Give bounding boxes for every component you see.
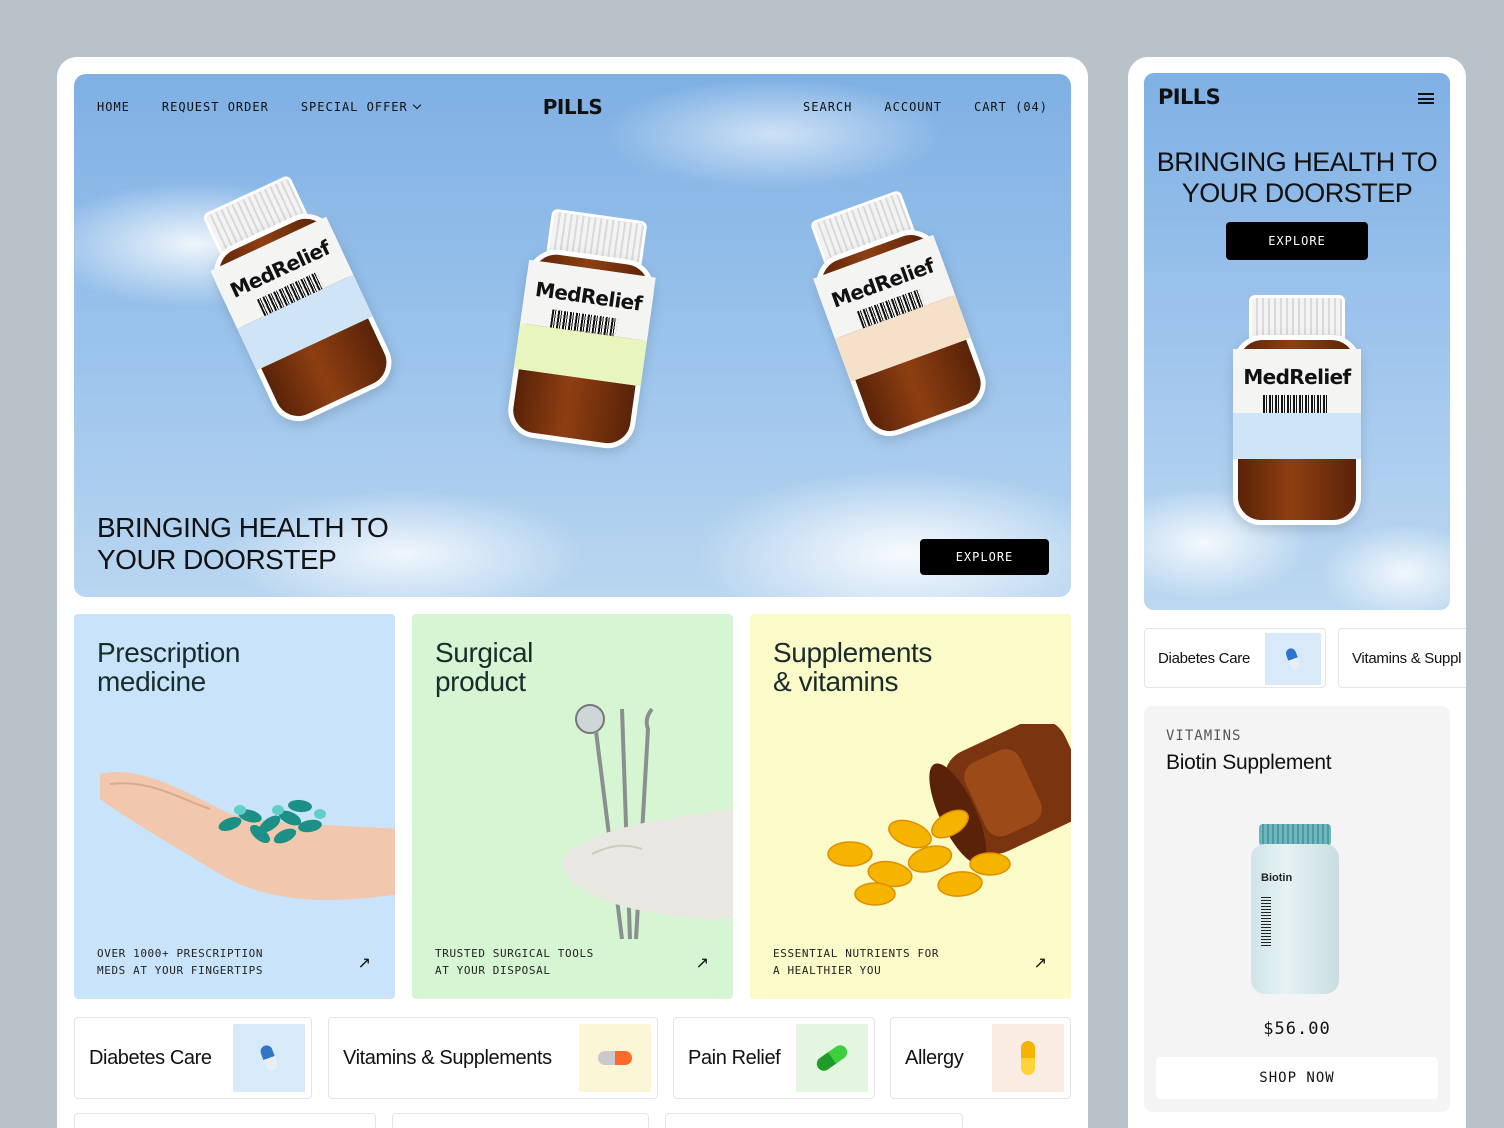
capsule-icon <box>233 1024 305 1092</box>
chip-label: Vitamins & Supplements <box>343 1047 552 1069</box>
chip-pain-relief[interactable]: Pain Relief <box>673 1017 875 1099</box>
mobile-explore-button[interactable]: EXPLORE <box>1226 222 1368 260</box>
capsule-icon <box>992 1024 1064 1092</box>
nav-search[interactable]: SEARCH <box>803 100 852 114</box>
nav-special-offer-label: SPECIAL OFFER <box>300 100 408 114</box>
surgical-tools-image <box>563 704 733 940</box>
chip-partial[interactable] <box>392 1113 649 1128</box>
bottle-brand: MedRelief <box>1243 365 1351 389</box>
arrow-up-right-icon[interactable]: ↗ <box>358 953 371 973</box>
card-title: Supplements & vitamins <box>773 637 933 697</box>
nav-home[interactable]: HOME <box>97 100 130 114</box>
category-card-supplements[interactable]: Supplements & vitamins ESSENTIAL NUTRIENT… <box>750 614 1071 999</box>
product-price: $56.00 <box>1263 1019 1331 1039</box>
nav-request-order[interactable]: REQUEST ORDER <box>162 100 269 114</box>
product-category: VITAMINS <box>1166 728 1242 744</box>
category-card-prescription[interactable]: Prescription medicine OVER 1000+ PRESCRIP… <box>74 614 395 999</box>
capsule-icon <box>1265 633 1321 685</box>
card-subtitle: TRUSTED SURGICAL TOOLS AT YOUR DISPOSAL <box>435 947 594 977</box>
product-name: Biotin Supplement <box>1166 751 1332 774</box>
chip-label: Vitamins & Suppl <box>1352 650 1462 667</box>
medicine-bottle-image: MedRelief <box>1227 295 1367 525</box>
hero-title-line1: BRINGING HEALTH TO <box>97 512 389 543</box>
logo[interactable]: PILLS <box>543 95 603 119</box>
shop-now-button[interactable]: SHOP NOW <box>1156 1057 1438 1099</box>
medicine-bottle-image: MedRelief <box>789 182 999 446</box>
arrow-up-right-icon[interactable]: ↗ <box>696 953 709 973</box>
card-subtitle: ESSENTIAL NUTRIENTS FOR A HEALTHIER YOU <box>773 947 940 977</box>
nav-cart[interactable]: CART (04) <box>974 100 1048 114</box>
chip-partial[interactable] <box>74 1113 376 1128</box>
mobile-hero-title: BRINGING HEALTH TO YOUR DOORSTEP <box>1156 147 1438 208</box>
chip-label: Diabetes Care <box>89 1047 212 1069</box>
medicine-bottle-image: MedRelief <box>182 165 406 433</box>
chevron-down-icon <box>412 100 421 110</box>
chip-partial[interactable] <box>665 1113 963 1128</box>
chip-label: Pain Relief <box>688 1047 781 1069</box>
capsule-icon <box>796 1024 868 1092</box>
desktop-frame: HOME REQUEST ORDER SPECIAL OFFER PILLS S… <box>57 57 1088 1128</box>
card-title: Prescription medicine <box>97 637 241 697</box>
bottle-brand: MedRelief <box>533 276 644 316</box>
hero-banner: HOME REQUEST ORDER SPECIAL OFFER PILLS S… <box>74 74 1071 597</box>
nav-account[interactable]: ACCOUNT <box>884 100 942 114</box>
mobile-chip-diabetes-care[interactable]: Diabetes Care <box>1144 628 1326 688</box>
hero-title: BRINGING HEALTH TO YOUR DOORSTEP <box>97 512 389 576</box>
mobile-frame: PILLS BRINGING HEALTH TO YOUR DOORSTEP E… <box>1128 57 1466 1128</box>
chip-vitamins-supplements[interactable]: Vitamins & Supplements <box>328 1017 658 1099</box>
supplement-jar-image <box>827 724 1071 906</box>
top-nav: HOME REQUEST ORDER SPECIAL OFFER PILLS S… <box>97 95 1048 120</box>
chip-label: Diabetes Care <box>1158 650 1250 667</box>
card-title: Surgical product <box>435 637 533 697</box>
hero-title-line2: YOUR DOORSTEP <box>97 544 337 575</box>
explore-button[interactable]: EXPLORE <box>920 539 1049 575</box>
bottle-label: Biotin <box>1261 872 1293 884</box>
hand-with-pills-image <box>100 772 395 900</box>
mobile-logo[interactable]: PILLS <box>1158 85 1221 109</box>
nav-special-offer[interactable]: SPECIAL OFFER <box>300 100 421 114</box>
product-card[interactable]: VITAMINS Biotin Supplement Biotin $56.00… <box>1144 706 1450 1112</box>
mobile-hero: PILLS BRINGING HEALTH TO YOUR DOORSTEP E… <box>1144 73 1450 610</box>
mobile-chip-vitamins[interactable]: Vitamins & Suppl <box>1338 628 1466 688</box>
category-card-surgical[interactable]: Surgical product TRUSTED SURGICAL TOOLS AT… <box>412 614 733 999</box>
biotin-bottle-image: Biotin <box>1251 824 1339 994</box>
chip-diabetes-care[interactable]: Diabetes Care <box>74 1017 312 1099</box>
arrow-up-right-icon[interactable]: ↗ <box>1034 953 1047 973</box>
medicine-bottle-image: MedRelief <box>499 205 670 452</box>
card-subtitle: OVER 1000+ PRESCRIPTION MEDS AT YOUR FING… <box>97 947 264 977</box>
menu-icon[interactable] <box>1418 93 1434 104</box>
chip-label: Allergy <box>905 1047 964 1069</box>
chip-allergy[interactable]: Allergy <box>890 1017 1071 1099</box>
capsule-icon <box>579 1024 651 1092</box>
